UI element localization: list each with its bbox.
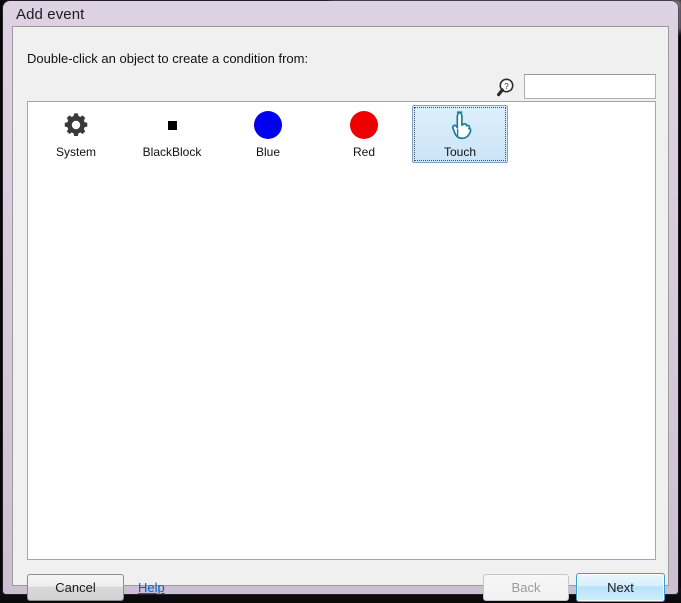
object-item-touch[interactable]: Touch — [412, 105, 508, 163]
object-item-red[interactable]: Red — [316, 105, 412, 163]
search-input[interactable] — [524, 74, 656, 99]
blue-circle-icon — [254, 109, 282, 141]
object-label: Red — [352, 145, 375, 159]
help-link[interactable]: Help — [138, 580, 165, 595]
gear-icon — [61, 109, 91, 141]
object-label: System — [55, 145, 96, 159]
object-list-panel[interactable]: System BlackBlock Blue Red Touch — [27, 101, 656, 560]
object-item-blue[interactable]: Blue — [220, 105, 316, 163]
object-label: Blue — [255, 145, 281, 159]
object-item-blackblock[interactable]: BlackBlock — [124, 105, 220, 163]
dialog-client-area: Double-click an object to create a condi… — [12, 26, 669, 602]
pointing-hand-icon — [445, 109, 475, 141]
black-square-icon — [167, 109, 177, 141]
svg-text:?: ? — [504, 82, 509, 91]
red-circle-icon — [350, 109, 378, 141]
object-icon-row: System BlackBlock Blue Red Touch — [28, 102, 508, 163]
back-button: Back — [483, 574, 569, 601]
next-button[interactable]: Next — [576, 573, 665, 602]
object-label: BlackBlock — [142, 145, 202, 159]
search-help-icon[interactable]: ? — [497, 77, 519, 99]
dialog-title: Add event — [16, 6, 85, 23]
cancel-button[interactable]: Cancel — [27, 574, 124, 601]
object-label: Touch — [443, 145, 477, 159]
add-event-dialog: Add event Double-click an object to crea… — [3, 1, 678, 602]
instruction-label: Double-click an object to create a condi… — [27, 51, 309, 66]
object-item-system[interactable]: System — [28, 105, 124, 163]
dialog-titlebar[interactable]: Add event — [3, 1, 678, 29]
